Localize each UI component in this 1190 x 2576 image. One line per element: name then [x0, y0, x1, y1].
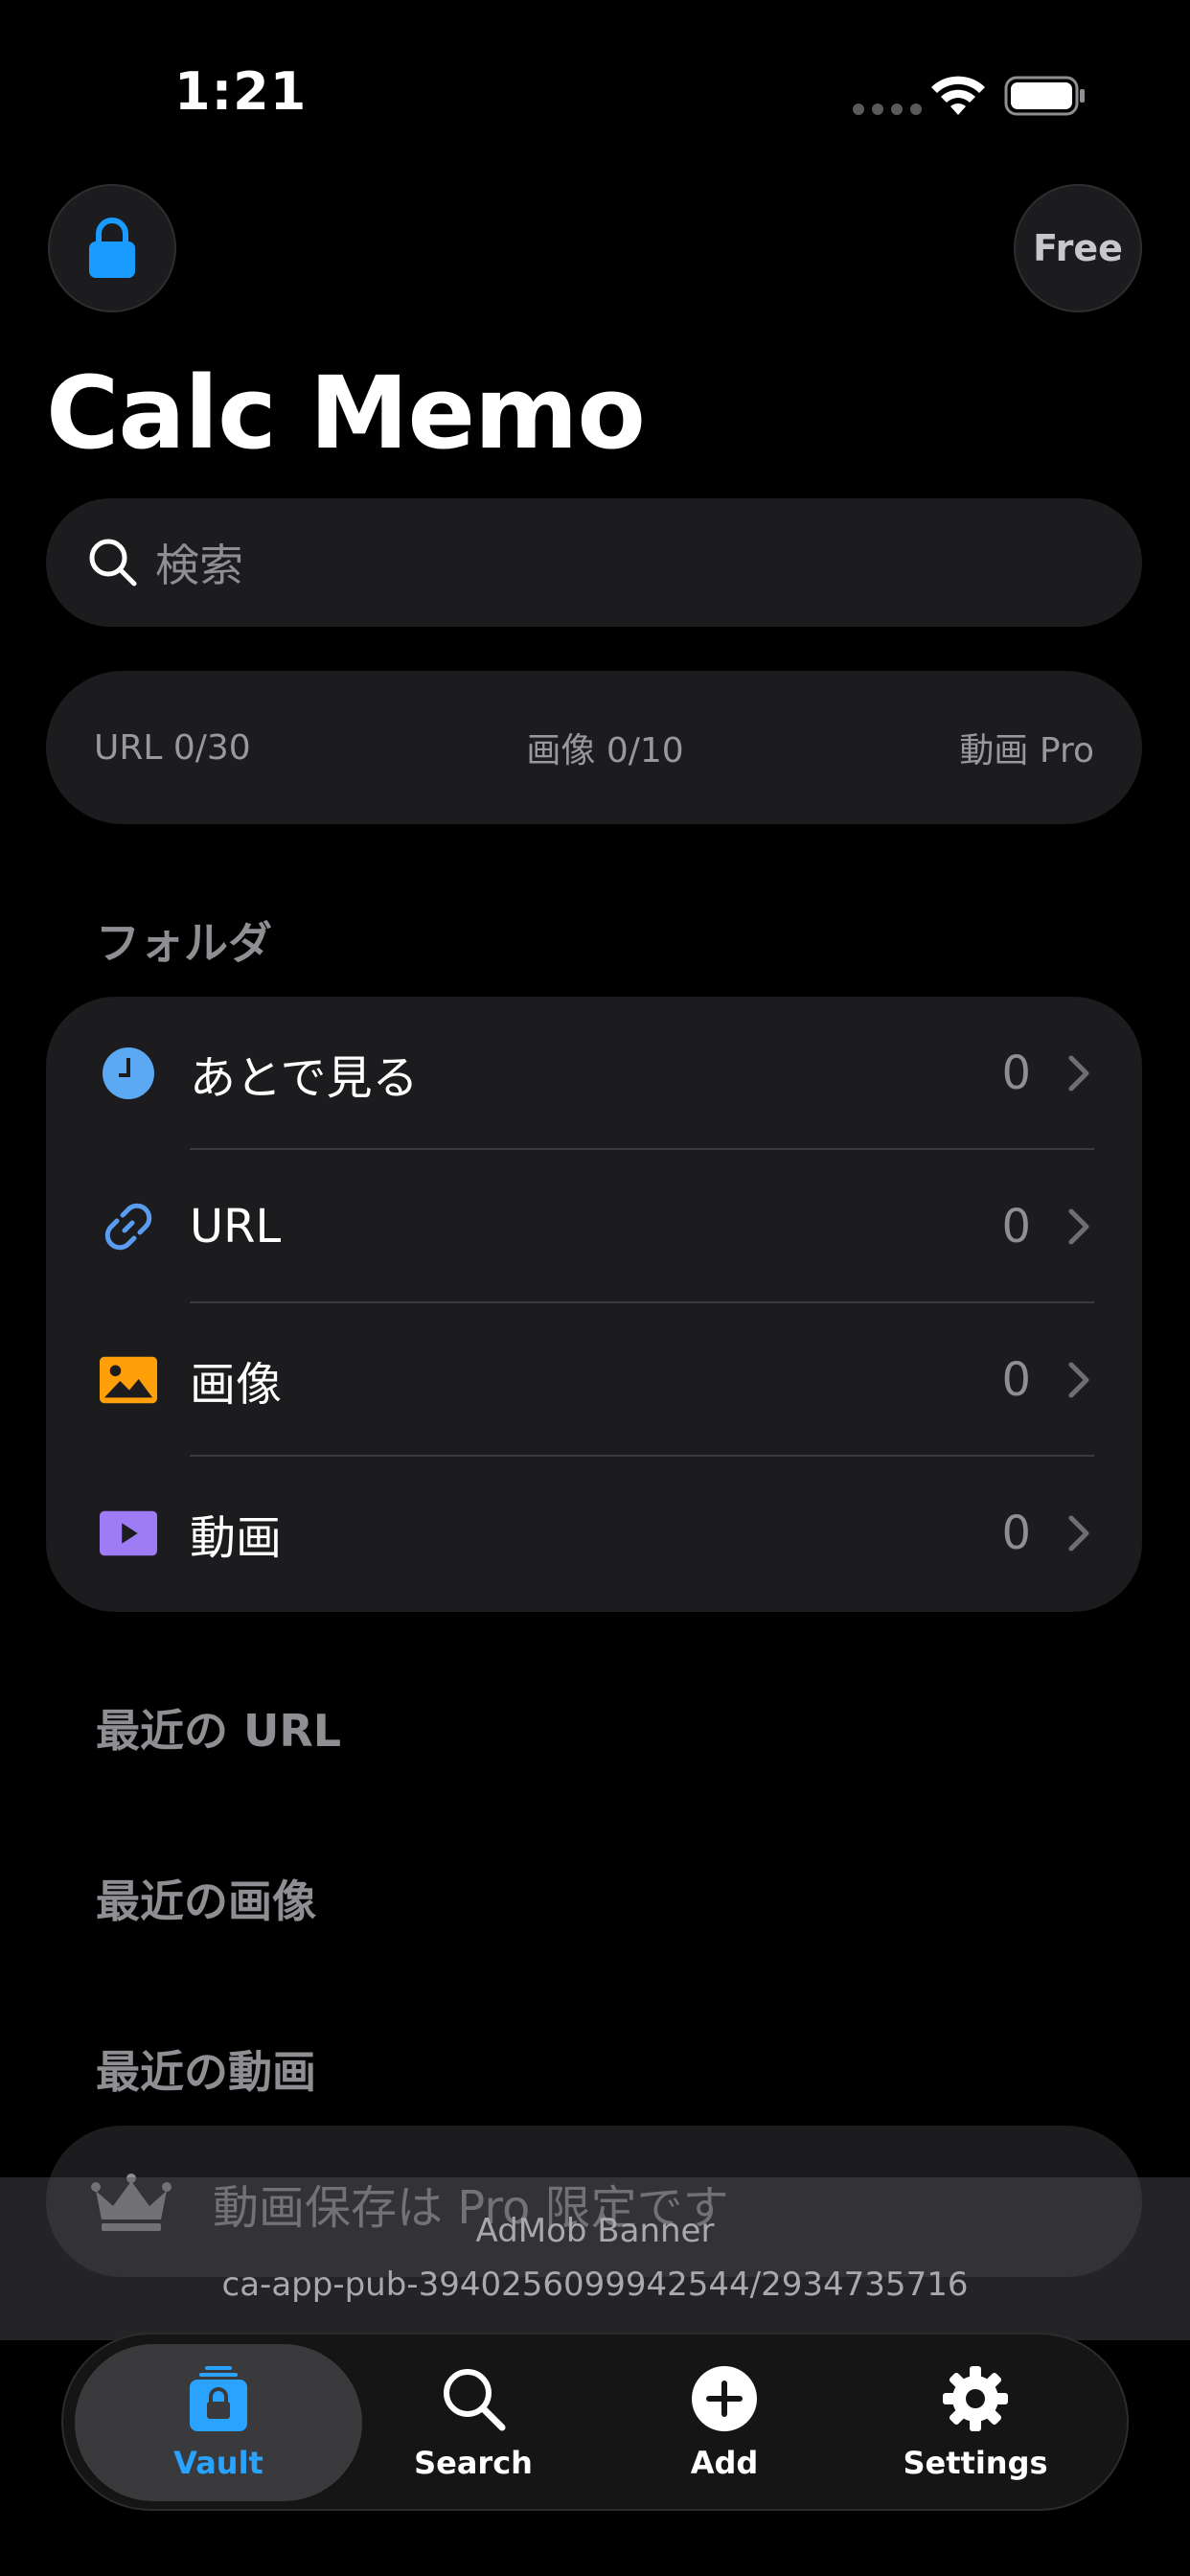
vault-icon	[190, 2366, 247, 2431]
tab-search[interactable]: Search	[330, 2344, 617, 2501]
folder-row-url[interactable]: URL 0	[46, 1150, 1142, 1303]
folder-count: 0	[1001, 1506, 1031, 1560]
cellular-signal-icon	[853, 104, 922, 115]
folder-list: あとで見る 0 URL 0 画像 0 動画 0	[46, 997, 1142, 1612]
photo-icon	[100, 1351, 157, 1409]
search-field[interactable]: 検索	[46, 498, 1142, 627]
usage-quota-card: URL 0/30 画像 0/10 動画 Pro	[46, 671, 1142, 824]
folder-row-videos[interactable]: 動画 0	[46, 1457, 1142, 1610]
chevron-right-icon	[1068, 1515, 1089, 1552]
tab-settings[interactable]: Settings	[832, 2344, 1119, 2501]
search-icon	[444, 2369, 506, 2431]
wifi-icon	[931, 76, 985, 115]
folder-count: 0	[1001, 1200, 1031, 1254]
folder-label: 画像	[190, 1358, 283, 1412]
folders-heading: フォルダ	[96, 917, 272, 969]
gear-icon	[943, 2366, 1008, 2431]
clock-icon	[100, 1045, 157, 1102]
tab-bar: Vault Search Add Settings	[61, 2333, 1129, 2511]
video-quota: 動画 Pro	[959, 731, 1094, 770]
chevron-right-icon	[1068, 1362, 1089, 1398]
status-time: 1:21	[174, 61, 308, 122]
ad-banner[interactable]: AdMob Banner ca-app-pub-3940256099942544…	[0, 2177, 1190, 2340]
page-title: Calc Memo	[46, 355, 646, 472]
chevron-right-icon	[1068, 1055, 1089, 1092]
folder-count: 0	[1001, 1046, 1031, 1100]
folder-label: URL	[190, 1200, 282, 1254]
tab-label: Add	[690, 2445, 759, 2481]
play-icon	[100, 1505, 157, 1562]
tab-add[interactable]: Add	[581, 2344, 868, 2501]
folder-count: 0	[1001, 1353, 1031, 1407]
recent-videos-heading: 最近の動画	[96, 2046, 316, 2098]
ad-unit-id: ca-app-pub-3940256099942544/2934735716	[221, 2266, 969, 2304]
battery-icon	[1004, 76, 1085, 116]
link-icon	[100, 1198, 157, 1255]
lock-button[interactable]	[48, 184, 176, 312]
folder-label: 動画	[190, 1511, 283, 1565]
tab-label: Settings	[903, 2445, 1048, 2481]
recent-images-heading: 最近の画像	[96, 1875, 316, 1927]
search-placeholder: 検索	[155, 540, 243, 591]
folder-row-watch-later[interactable]: あとで見る 0	[46, 997, 1142, 1150]
folder-row-images[interactable]: 画像 0	[46, 1303, 1142, 1457]
plus-circle-icon	[692, 2366, 757, 2431]
free-plan-button[interactable]: Free	[1014, 184, 1142, 312]
tab-vault[interactable]: Vault	[75, 2344, 362, 2501]
recent-urls-heading: 最近の URL	[96, 1705, 342, 1757]
search-icon	[89, 539, 137, 586]
lock-icon	[89, 218, 135, 278]
chevron-right-icon	[1068, 1208, 1089, 1245]
url-quota: URL 0/30	[94, 727, 251, 768]
tab-label: Search	[414, 2445, 533, 2481]
ad-title: AdMob Banner	[475, 2212, 715, 2250]
image-quota: 画像 0/10	[526, 731, 684, 770]
tab-label: Vault	[173, 2445, 263, 2481]
folder-label: あとで見る	[190, 1051, 419, 1105]
